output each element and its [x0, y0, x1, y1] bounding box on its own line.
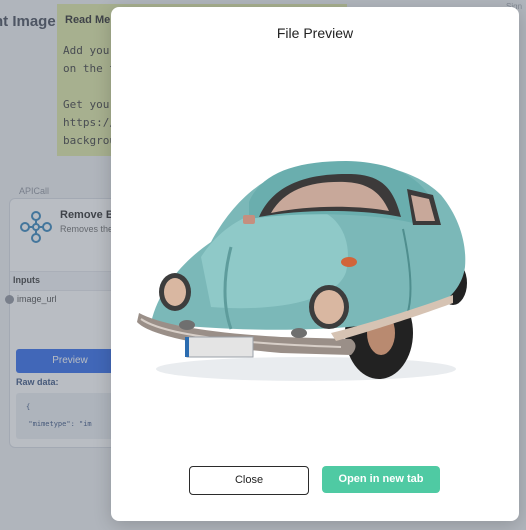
open-in-new-tab-button[interactable]: Open in new tab: [322, 466, 440, 493]
close-button[interactable]: Close: [189, 466, 309, 495]
car-image: [137, 161, 467, 381]
file-preview-modal: File Preview Close Open in new tab: [111, 7, 519, 521]
modal-title: File Preview: [276, 25, 354, 41]
